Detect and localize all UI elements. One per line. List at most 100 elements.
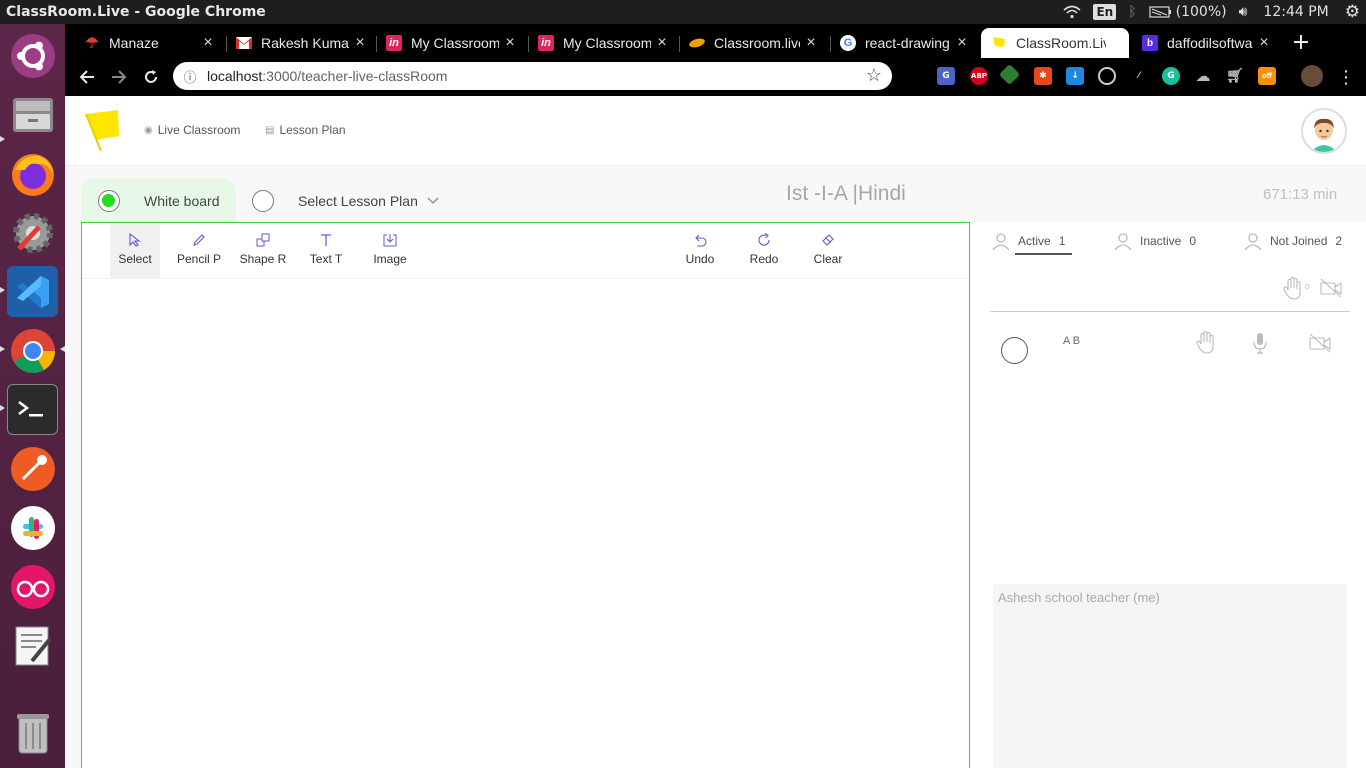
browser-tab[interactable]: G react-drawing × bbox=[840, 28, 970, 58]
chat-panel[interactable]: Ashesh school teacher (me) bbox=[993, 584, 1347, 768]
pencil-tool-button[interactable]: Pencil P bbox=[174, 223, 224, 278]
grammarly-icon[interactable]: G bbox=[1162, 67, 1180, 85]
firefox-icon[interactable] bbox=[7, 148, 58, 199]
shape-tool-button[interactable]: Shape R bbox=[237, 223, 289, 278]
microphone-icon[interactable] bbox=[1253, 332, 1267, 358]
files-icon[interactable] bbox=[7, 89, 58, 140]
battery-icon bbox=[1149, 6, 1171, 18]
close-icon[interactable]: × bbox=[803, 34, 819, 52]
bluetooth-icon[interactable]: ᛒ bbox=[1122, 0, 1142, 24]
browser-tab[interactable]: in My Classroom × bbox=[538, 28, 670, 58]
class-title: Ist -I-A |Hindi bbox=[786, 182, 906, 205]
close-icon[interactable]: × bbox=[352, 34, 368, 52]
image-tool-button[interactable]: Image bbox=[365, 223, 415, 278]
close-icon[interactable]: × bbox=[654, 34, 670, 52]
profile-avatar[interactable] bbox=[1301, 65, 1323, 87]
raise-hand-icon[interactable] bbox=[1196, 330, 1216, 360]
screen: { "window": { "title": "ClassRoom.Live -… bbox=[0, 0, 1366, 768]
lesson-plan-dropdown[interactable]: Select Lesson Plan bbox=[298, 193, 439, 209]
flickr-icon[interactable] bbox=[7, 561, 58, 612]
adblock-plus-icon[interactable]: ABP bbox=[970, 67, 988, 85]
nav-lesson-plan[interactable]: ▤ Lesson Plan bbox=[265, 123, 346, 137]
info-icon[interactable]: ⓘ bbox=[173, 67, 207, 86]
close-icon[interactable]: × bbox=[502, 34, 518, 52]
browser-tab[interactable]: Classroom.live × bbox=[689, 28, 819, 58]
picker-extension-icon[interactable]: ⁄ bbox=[1130, 67, 1148, 85]
translate-extension-icon[interactable]: G bbox=[937, 67, 955, 85]
nav-live-classroom[interactable]: ◉ Live Classroom bbox=[144, 123, 240, 137]
power-gear-icon[interactable]: ⚙ bbox=[1339, 0, 1366, 24]
volume-icon[interactable]: 🔊︎ bbox=[1233, 0, 1254, 24]
classroom-flag-icon bbox=[991, 35, 1007, 51]
launcher-dock bbox=[0, 24, 65, 768]
user-avatar[interactable] bbox=[1301, 108, 1347, 154]
text-tool-button[interactable]: Text T bbox=[301, 223, 351, 278]
url-host: localhost bbox=[207, 68, 263, 84]
trash-icon[interactable] bbox=[7, 708, 58, 759]
download-extension-icon[interactable]: ↓ bbox=[1066, 67, 1084, 85]
cart-extension-icon[interactable]: 🛒︎ bbox=[1226, 67, 1244, 85]
browser-tab-active[interactable]: ClassRoom.Live bbox=[981, 28, 1129, 58]
tab-inactive-participants[interactable]: Inactive 0 bbox=[1114, 232, 1196, 250]
devtools-extension-icon[interactable]: ✱ bbox=[1034, 67, 1052, 85]
terminal-icon[interactable] bbox=[7, 384, 58, 435]
text-editor-icon[interactable] bbox=[7, 620, 58, 671]
nodejs-extension-icon[interactable] bbox=[998, 63, 1021, 86]
cloud-extension-icon[interactable]: ☁ bbox=[1194, 67, 1212, 85]
tab-not-joined-participants[interactable]: Not Joined 2 bbox=[1244, 232, 1342, 250]
shape-icon bbox=[256, 231, 270, 249]
forward-button[interactable] bbox=[106, 64, 132, 90]
browser-toolbar: ⓘ localhost:3000/teacher-live-classRoom … bbox=[65, 58, 1366, 96]
wifi-icon[interactable] bbox=[1057, 0, 1087, 24]
raised-hand-count: 0 bbox=[1305, 283, 1310, 291]
whiteboard-toolbar: Select Pencil P Shape R Text T Image Und… bbox=[82, 223, 969, 279]
back-button[interactable] bbox=[74, 64, 100, 90]
raise-hand-all-icon[interactable] bbox=[1283, 277, 1303, 305]
close-icon[interactable]: × bbox=[1256, 34, 1272, 52]
undo-button[interactable]: Undo bbox=[675, 223, 725, 278]
select-tool-button[interactable]: Select bbox=[110, 223, 160, 278]
participant-select-radio[interactable] bbox=[1001, 337, 1028, 364]
browser-tab[interactable]: Rakesh Kumar × bbox=[236, 28, 368, 58]
clear-button[interactable]: Clear bbox=[803, 223, 853, 278]
keyboard-layout-indicator[interactable]: En bbox=[1087, 0, 1122, 24]
slack-icon[interactable] bbox=[7, 502, 58, 553]
running-indicator bbox=[0, 287, 5, 293]
browser-tab[interactable]: b daffodilsoftware × bbox=[1142, 28, 1272, 58]
target-extension-icon[interactable] bbox=[1098, 67, 1116, 85]
running-indicator bbox=[0, 405, 5, 411]
whiteboard[interactable]: Select Pencil P Shape R Text T Image Und… bbox=[81, 222, 970, 768]
classroom-logo[interactable] bbox=[84, 110, 124, 156]
settings-icon[interactable] bbox=[7, 207, 58, 258]
person-icon bbox=[992, 233, 1010, 250]
browser-tab[interactable]: ☂ Manaze × bbox=[84, 28, 216, 58]
close-icon[interactable]: × bbox=[200, 34, 216, 52]
bookmark-star-icon[interactable]: ☆ bbox=[866, 65, 882, 86]
running-indicator bbox=[0, 346, 5, 352]
postman-icon[interactable] bbox=[7, 443, 58, 494]
vscode-icon[interactable] bbox=[7, 266, 58, 317]
new-tab-button[interactable]: + bbox=[1289, 30, 1313, 55]
redo-button[interactable]: Redo bbox=[739, 223, 789, 278]
ubuntu-icon[interactable] bbox=[7, 30, 58, 81]
lesson-plan-radio[interactable] bbox=[252, 190, 274, 212]
honey-extension-icon[interactable]: off bbox=[1258, 67, 1276, 85]
video-off-all-icon[interactable] bbox=[1320, 278, 1342, 302]
close-icon[interactable]: × bbox=[954, 34, 970, 52]
chrome-menu-icon[interactable]: ⋮ bbox=[1333, 64, 1359, 90]
person-icon bbox=[1244, 233, 1262, 250]
document-icon: ▤ bbox=[265, 124, 275, 136]
whiteboard-radio[interactable] bbox=[98, 190, 120, 212]
video-off-icon[interactable] bbox=[1309, 333, 1331, 357]
arrow-left-icon bbox=[79, 70, 94, 84]
window-title: ClassRoom.Live - Google Chrome bbox=[6, 4, 266, 20]
chrome-icon[interactable] bbox=[7, 325, 58, 376]
clock[interactable]: 12:44 PM bbox=[1253, 0, 1338, 24]
reload-button[interactable] bbox=[138, 64, 164, 90]
browser-tab-strip: ☂ Manaze × Rakesh Kumar × in My Classroo… bbox=[65, 24, 1366, 58]
battery-indicator[interactable]: (100%) bbox=[1143, 0, 1233, 24]
arrow-right-icon bbox=[112, 70, 127, 84]
address-bar[interactable]: ⓘ localhost:3000/teacher-live-classRoom … bbox=[173, 62, 892, 90]
browser-tab[interactable]: in My Classroom × bbox=[386, 28, 518, 58]
tab-active-participants[interactable]: Active 1 bbox=[992, 232, 1065, 250]
